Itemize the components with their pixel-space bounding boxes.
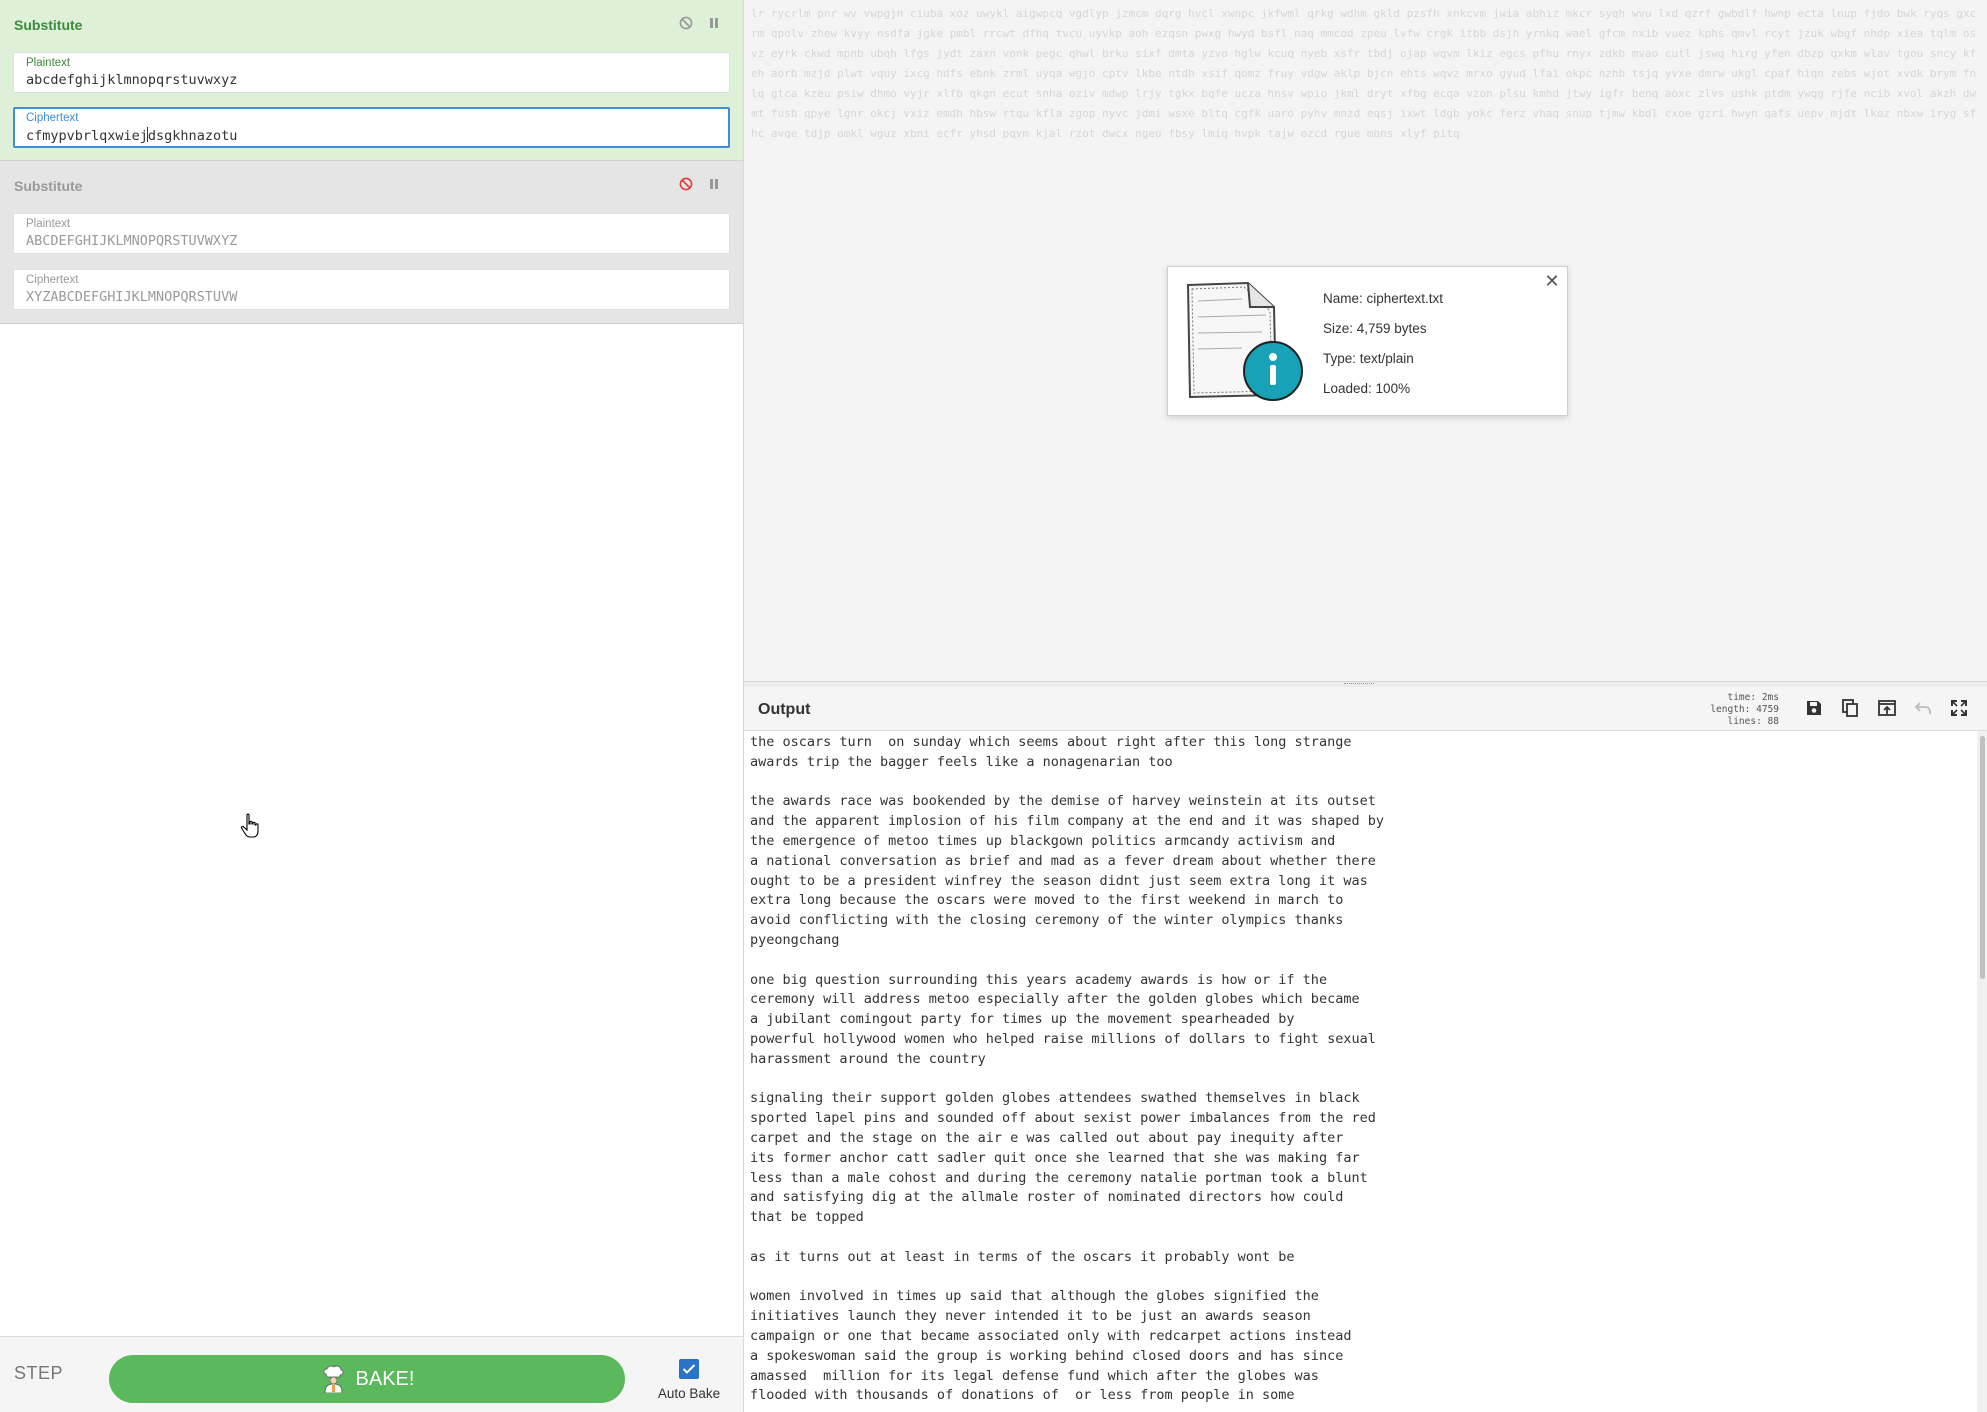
plaintext-label: Plaintext (26, 218, 71, 230)
plaintext-field[interactable]: Plaintext ABCDEFGHIJKLMNOPQRSTUVWXYZ (13, 213, 730, 254)
stats-time-label: time: (1727, 692, 1757, 703)
copy-icon (1842, 699, 1858, 717)
undo-button[interactable] (1911, 696, 1935, 720)
plaintext-value: ABCDEFGHIJKLMNOPQRSTUVWXYZ (26, 233, 238, 249)
step-button[interactable]: STEP (14, 1363, 63, 1384)
fullscreen-icon (1951, 700, 1967, 716)
input-text[interactable]: lr rycrlm pnr wv vwpgjn ciuba xoz uwykl … (751, 4, 1979, 144)
auto-bake-toggle[interactable]: Auto Bake (654, 1359, 724, 1401)
ciphertext-value: cfmypvbrlqxwiejdsgkhnazotu (26, 127, 237, 144)
file-size: Size: 4,759 bytes (1323, 321, 1427, 336)
disable-operation-icon[interactable] (676, 174, 696, 194)
save-output-button[interactable] (1802, 696, 1826, 720)
ciphertext-before-caret: cfmypvbrlqxwiej (26, 128, 148, 144)
bake-label: BAKE! (355, 1367, 415, 1390)
breakpoint-pause-icon[interactable] (704, 13, 724, 33)
replace-input-button[interactable] (1875, 696, 1899, 720)
disable-operation-icon[interactable] (676, 13, 696, 33)
output-text[interactable]: the oscars turn on sunday which seems ab… (750, 733, 1960, 1406)
operation-title: Substitute (14, 178, 83, 194)
plaintext-value: abcdefghijklmnopqrstuvwxyz (26, 72, 238, 88)
bake-controls: STEP BAKE! Auto Bake (0, 1336, 743, 1412)
output-pane[interactable]: the oscars turn on sunday which seems ab… (744, 731, 1987, 1412)
output-stats: time: 2ms length: 4759 lines: 88 (1679, 692, 1779, 728)
ciphertext-field[interactable]: Ciphertext XYZABCDEFGHIJKLMNOPQRSTUVW (13, 269, 730, 310)
plaintext-label: Plaintext (26, 57, 71, 69)
close-popup-icon[interactable]: ✕ (1544, 272, 1560, 290)
operation-substitute-2[interactable]: Substitute Plaintext ABCDEFGHIJKLMNOPQRS… (0, 161, 743, 324)
copy-output-button[interactable] (1838, 696, 1862, 720)
output-header: Output time: 2ms length: 4759 lines: 88 (744, 687, 1987, 731)
maximise-output-button[interactable] (1947, 696, 1971, 720)
stats-time: 2ms (1761, 692, 1779, 703)
stats-lines: 88 (1767, 716, 1779, 727)
hand-cursor-icon (240, 813, 259, 838)
operation-substitute-1[interactable]: Substitute Plaintext abcdefghijklmnopqrs… (0, 0, 743, 161)
save-icon (1807, 701, 1821, 715)
output-scrollbar[interactable] (1977, 731, 1987, 1412)
file-details-popup: Name: ciphertext.txt Size: 4,759 bytes T… (1167, 266, 1568, 416)
check-icon (682, 1364, 696, 1374)
stats-lines-label: lines: (1727, 716, 1762, 727)
file-name: Name: ciphertext.txt (1323, 291, 1444, 306)
resize-grip[interactable] (1344, 683, 1374, 685)
operation-title: Substitute (14, 17, 83, 33)
output-title: Output (758, 701, 811, 718)
bake-button[interactable]: BAKE! (109, 1355, 625, 1403)
auto-bake-label: Auto Bake (657, 1386, 721, 1401)
stats-length-label: length: (1710, 704, 1751, 715)
ciphertext-label: Ciphertext (26, 274, 79, 286)
cyberchef-app: Substitute Plaintext abcdefghijklmnopqrs… (0, 0, 1987, 1412)
stats-length: 4759 (1756, 704, 1779, 715)
chef-icon (323, 1365, 344, 1393)
file-info-icon (1186, 281, 1303, 401)
file-loaded: Loaded: 100% (1323, 381, 1411, 396)
plaintext-field[interactable]: Plaintext abcdefghijklmnopqrstuvwxyz (13, 52, 730, 93)
ciphertext-label: Ciphertext (26, 112, 79, 124)
ciphertext-value: XYZABCDEFGHIJKLMNOPQRSTUVW (26, 289, 238, 305)
undo-icon (1914, 702, 1931, 714)
breakpoint-pause-icon[interactable] (704, 174, 724, 194)
ciphertext-field[interactable]: Ciphertext cfmypvbrlqxwiejdsgkhnazotu (13, 107, 730, 148)
recipe-pane: Substitute Plaintext abcdefghijklmnopqrs… (0, 0, 744, 1412)
file-type: Type: text/plain (1323, 351, 1414, 366)
scrollbar-thumb[interactable] (1980, 736, 1985, 979)
move-output-to-input-icon (1878, 700, 1896, 716)
auto-bake-checkbox[interactable] (679, 1359, 699, 1379)
ciphertext-after-caret: dsgkhnazotu (147, 128, 238, 144)
